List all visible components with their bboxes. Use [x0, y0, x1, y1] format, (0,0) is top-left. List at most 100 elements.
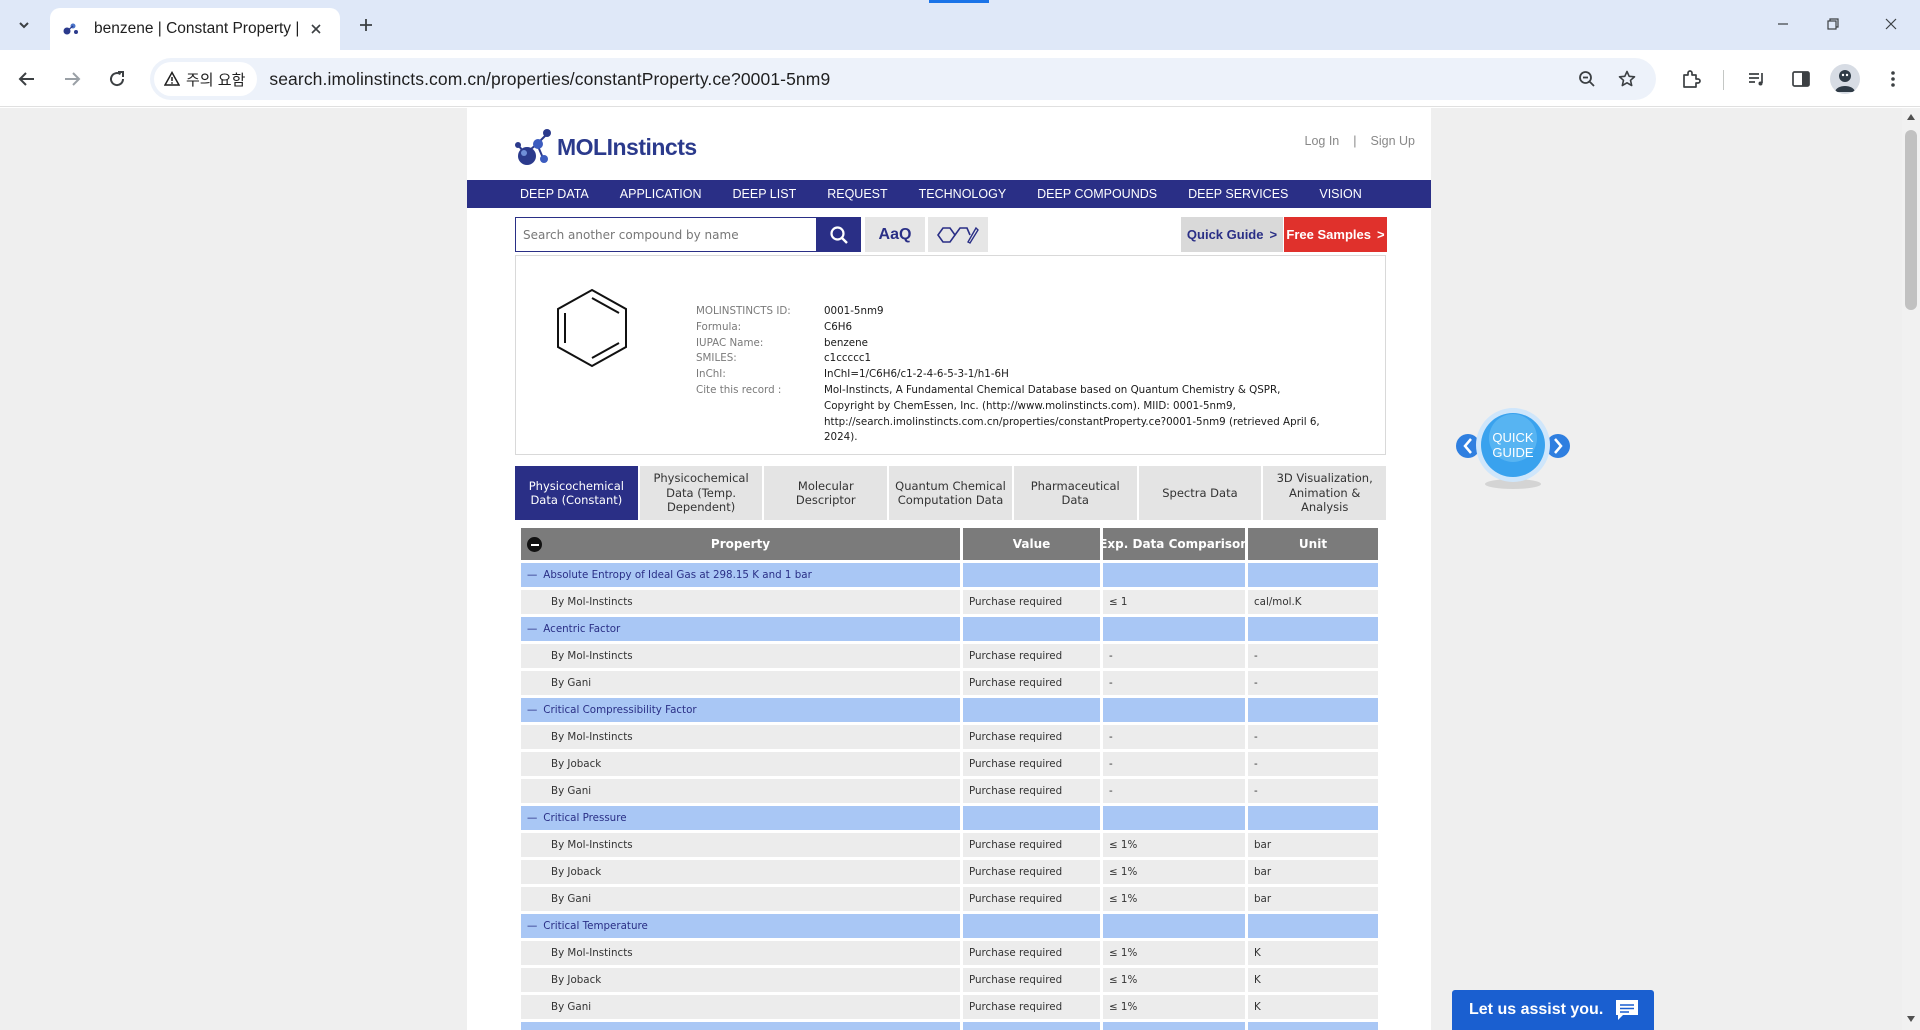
security-chip[interactable]: 주의 요함 — [154, 62, 258, 96]
nav-request[interactable]: REQUEST — [827, 187, 887, 201]
scroll-down-icon[interactable] — [1907, 1016, 1915, 1022]
restore-button[interactable] — [1810, 8, 1856, 40]
group-collapse-marker[interactable]: — — [527, 812, 537, 824]
group-collapse-marker[interactable]: — — [527, 623, 537, 635]
property-group-row[interactable]: — Critical Pressure — [521, 806, 1381, 830]
info-value: C6H6 — [824, 320, 853, 333]
nav-deep-compounds[interactable]: DEEP COMPOUNDS — [1037, 187, 1157, 201]
nav-vision[interactable]: VISION — [1319, 187, 1361, 201]
cell-property: By Joback — [521, 752, 960, 776]
scroll-thumb[interactable] — [1905, 130, 1917, 310]
property-group-row[interactable]: — Acentric Factor — [521, 617, 1381, 641]
vertical-scrollbar[interactable] — [1902, 108, 1920, 1030]
address-bar[interactable]: 주의 요함 search.imolinstincts.com.cn/proper… — [150, 58, 1656, 100]
back-button[interactable] — [10, 62, 44, 96]
cell-value — [963, 806, 1100, 830]
media-control-button[interactable] — [1740, 62, 1774, 96]
quick-guide-widget[interactable]: QUICK GUIDE — [1454, 398, 1572, 498]
cell-exp-comparison: ≤ 1% — [1103, 995, 1245, 1019]
group-collapse-marker[interactable]: — — [527, 704, 537, 716]
nav-application[interactable]: APPLICATION — [620, 187, 702, 201]
toolbar-separator — [1723, 70, 1724, 90]
signup-link[interactable]: Sign Up — [1371, 134, 1415, 148]
table-row: By Joback Purchase required ≤ 1% K — [521, 968, 1381, 992]
nav-deep-services[interactable]: DEEP SERVICES — [1188, 187, 1288, 201]
extensions-button[interactable] — [1674, 62, 1708, 96]
cell-value: Purchase required — [963, 671, 1100, 695]
tab-close-icon[interactable] — [304, 17, 328, 41]
tab-3d-visualization[interactable]: 3D Visualization, Animation & Analysis — [1263, 466, 1387, 520]
site-logo[interactable]: MOLInstincts — [513, 122, 697, 172]
forward-button[interactable] — [55, 62, 89, 96]
close-window-button[interactable] — [1868, 8, 1914, 40]
compound-search-input[interactable]: Search another compound by name — [515, 217, 817, 252]
tab-physicochemical-constant[interactable]: Physicochemical Data (Constant) — [515, 466, 638, 520]
cell-unit: - — [1248, 725, 1378, 749]
header-unit: Unit — [1248, 528, 1378, 560]
restore-icon — [1827, 18, 1839, 30]
free-samples-arrow: > — [1376, 227, 1385, 242]
new-tab-button[interactable] — [350, 9, 382, 41]
browser-menu-button[interactable] — [1876, 62, 1910, 96]
reload-button[interactable] — [100, 62, 134, 96]
cell-exp-comparison — [1103, 617, 1245, 641]
group-collapse-marker[interactable]: — — [527, 569, 537, 581]
tab-spectra[interactable]: Spectra Data — [1138, 466, 1262, 520]
cell-unit — [1248, 617, 1378, 641]
profile-avatar[interactable] — [1830, 64, 1860, 94]
login-link[interactable]: Log In — [1305, 134, 1340, 148]
side-panel-button[interactable] — [1784, 62, 1818, 96]
property-group-row[interactable]: — Critical Temperature — [521, 914, 1381, 938]
minimize-button[interactable] — [1760, 8, 1806, 40]
property-group-row[interactable]: — — [521, 1022, 1381, 1030]
nav-deep-data[interactable]: DEEP DATA — [520, 187, 589, 201]
cell-value — [963, 698, 1100, 722]
cell-unit: - — [1248, 644, 1378, 668]
free-samples-button[interactable]: Free Samples > — [1284, 217, 1387, 252]
tab-quantum-chemical[interactable]: Quantum Chemical Computation Data — [889, 466, 1012, 520]
text-search-button[interactable]: AaQ — [865, 217, 925, 252]
tab-search-button[interactable] — [8, 9, 40, 41]
browser-toolbar: 주의 요함 search.imolinstincts.com.cn/proper… — [0, 50, 1920, 107]
nav-technology[interactable]: TECHNOLOGY — [919, 187, 1007, 201]
cell-exp-comparison: ≤ 1% — [1103, 887, 1245, 911]
tab-strip: benzene | Constant Property | — [0, 0, 1920, 50]
tab-indicator — [929, 0, 989, 3]
quick-guide-button[interactable]: Quick Guide > — [1181, 217, 1283, 252]
structure-search-button[interactable] — [928, 217, 988, 252]
cell-property: By Mol-Instincts — [521, 725, 960, 749]
url-text[interactable]: search.imolinstincts.com.cn/properties/c… — [269, 69, 830, 90]
cell-exp-comparison — [1103, 698, 1245, 722]
cell-value: Purchase required — [963, 752, 1100, 776]
search-row: Search another compound by name AaQ Quic… — [515, 217, 1387, 252]
main-nav: DEEP DATA APPLICATION DEEP LIST REQUEST … — [467, 180, 1431, 208]
security-label: 주의 요함 — [186, 71, 246, 89]
cell-exp-comparison: - — [1103, 779, 1245, 803]
zoom-button[interactable] — [1570, 62, 1604, 96]
info-row-iupac: IUPAC Name: benzene — [696, 336, 1334, 352]
reload-icon — [110, 71, 125, 87]
quick-guide-bubble-icon: QUICK GUIDE — [1456, 408, 1570, 489]
cell-property: By Mol-Instincts — [521, 590, 960, 614]
bookmark-button[interactable] — [1610, 62, 1644, 96]
property-group-row[interactable]: — Absolute Entropy of Ideal Gas at 298.15… — [521, 563, 1381, 587]
tab-pharmaceutical[interactable]: Pharmaceutical Data — [1013, 466, 1137, 520]
property-group-row[interactable]: — Critical Compressibility Factor — [521, 698, 1381, 722]
cell-value: Purchase required — [963, 941, 1100, 965]
group-collapse-marker[interactable]: — — [527, 920, 537, 932]
page-viewport: MOLInstincts Log In | Sign Up DEEP DATA … — [0, 108, 1902, 1030]
scroll-up-icon[interactable] — [1907, 114, 1915, 120]
minimize-icon — [1778, 23, 1788, 25]
info-row-inchi: InChI: InChI=1/C6H6/c1-2-4-6-5-3-1/h1-6H — [696, 367, 1334, 383]
cell-property: By Gani — [521, 995, 960, 1019]
collapse-all-icon[interactable] — [527, 537, 542, 552]
tab-physicochemical-temp-dependent[interactable]: Physicochemical Data (Temp. Dependent) — [639, 466, 763, 520]
info-label: MOLINSTINCTS ID: — [696, 305, 791, 317]
browser-tab[interactable]: benzene | Constant Property | — [50, 8, 340, 50]
cell-property: — Critical Compressibility Factor — [521, 698, 960, 722]
nav-deep-list[interactable]: DEEP LIST — [733, 187, 797, 201]
cell-property: By Gani — [521, 779, 960, 803]
search-button[interactable] — [817, 217, 861, 252]
tab-molecular-descriptor[interactable]: Molecular Descriptor — [764, 466, 888, 520]
chat-assist-button[interactable]: Let us assist you. — [1452, 990, 1654, 1030]
